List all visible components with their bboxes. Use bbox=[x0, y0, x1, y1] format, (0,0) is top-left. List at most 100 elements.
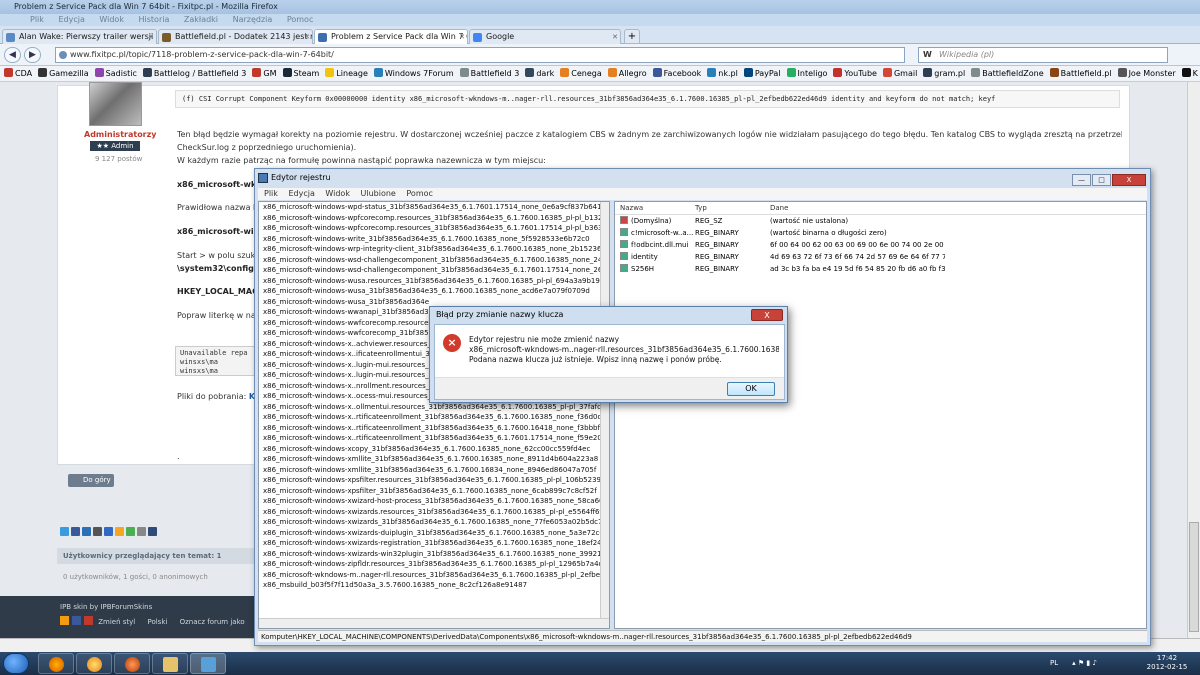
bookmark-item[interactable]: Allegro bbox=[607, 66, 647, 81]
facebook-icon[interactable] bbox=[71, 527, 80, 536]
bookmark-item[interactable]: Sadistic bbox=[94, 66, 137, 81]
tree-key-item[interactable]: x86_microsoft-windows-xmllite_31bf3856ad… bbox=[259, 465, 609, 476]
language-indicator[interactable]: PL bbox=[1050, 659, 1058, 667]
email-icon[interactable] bbox=[137, 527, 146, 536]
column-type[interactable]: Typ bbox=[695, 202, 707, 215]
facebook-icon[interactable] bbox=[72, 616, 81, 625]
tree-key-item[interactable]: x86_microsoft-windows-xpsfilter.resource… bbox=[259, 475, 609, 486]
tree-key-item[interactable]: x86_microsoft-windows-zipfldr.resources_… bbox=[259, 559, 609, 570]
rss-icon[interactable] bbox=[60, 616, 69, 625]
taskbar-firefox[interactable] bbox=[38, 653, 74, 674]
menu-zakladki[interactable]: Zakładki bbox=[184, 15, 218, 24]
author-name[interactable]: Administratorzy bbox=[84, 130, 157, 139]
stumble-icon[interactable] bbox=[115, 527, 124, 536]
tab-battlefield[interactable]: Battlefield.pl - Dodatek 2143 jest mozl.… bbox=[158, 29, 313, 44]
tree-key-item[interactable]: x86_microsoft-windows-xpsfilter_31bf3856… bbox=[259, 486, 609, 497]
change-style-link[interactable]: Zmień styl bbox=[98, 618, 135, 626]
tab-fixitpc[interactable]: Problem z Service Pack dla Win 7 64bi...… bbox=[314, 29, 468, 44]
menu-plik[interactable]: Plik bbox=[264, 189, 278, 198]
bookmark-item[interactable]: GM bbox=[252, 66, 277, 81]
bookmark-item[interactable]: Cenega bbox=[560, 66, 602, 81]
tree-key-item[interactable]: x86_microsoft-windows-wusa.resources_31b… bbox=[259, 276, 609, 287]
tab-close-icon[interactable]: ✕ bbox=[148, 30, 154, 44]
tab-alan-wake[interactable]: Alan Wake: Pierwszy trailer wersji PC [.… bbox=[2, 29, 157, 44]
tab-google[interactable]: Google ✕ bbox=[469, 29, 621, 44]
menu-pomoc[interactable]: Pomoc bbox=[406, 189, 433, 198]
menu-edycja[interactable]: Edycja bbox=[288, 189, 314, 198]
tree-key-item[interactable]: x86_microsoft-windows-wsd-challengecompo… bbox=[259, 265, 609, 276]
taskbar-app[interactable] bbox=[114, 653, 150, 674]
key-tree[interactable]: x86_microsoft-windows-wpd-status_31bf385… bbox=[258, 201, 610, 629]
google-plus-icon[interactable] bbox=[84, 616, 93, 625]
tree-key-item[interactable]: x86_msbuild_b03f5f7f11d50a3a_3.5.7600.16… bbox=[259, 580, 609, 591]
menu-widok[interactable]: Widok bbox=[99, 15, 124, 24]
new-tab-button[interactable]: + bbox=[624, 29, 640, 44]
bookmark-item[interactable]: CDA bbox=[4, 66, 32, 81]
bookmark-item[interactable]: Joe Monster bbox=[1117, 66, 1176, 81]
bookmark-item[interactable]: YouTube bbox=[833, 66, 877, 81]
tree-key-item[interactable]: x86_microsoft-windows-x..rtificateenroll… bbox=[259, 412, 609, 423]
menu-ulubione[interactable]: Ulubione bbox=[361, 189, 396, 198]
bookmark-item[interactable]: BattlefieldZone bbox=[971, 66, 1044, 81]
tree-key-item[interactable]: x86_microsoft-windows-wrp-integrity-clie… bbox=[259, 244, 609, 255]
tree-key-item[interactable]: x86_microsoft-windows-xwizards_31bf3856a… bbox=[259, 517, 609, 528]
language-link[interactable]: Polski bbox=[147, 618, 167, 626]
back-button[interactable]: ◀ bbox=[4, 47, 21, 63]
ok-button[interactable]: OK bbox=[727, 382, 775, 396]
tree-key-item[interactable]: x86_microsoft-windows-xwizards.resources… bbox=[259, 507, 609, 518]
value-row[interactable]: S256H REG_BINARY ad 3c b3 fa ba e4 19 5d f… bbox=[615, 263, 1146, 275]
close-button[interactable]: X bbox=[1112, 174, 1146, 186]
tree-key-item[interactable]: x86_microsoft-windows-write_31bf3856ad36… bbox=[259, 234, 609, 245]
bookmark-item[interactable]: Facebook bbox=[652, 66, 701, 81]
search-box[interactable]: W Wikipedia (pl) bbox=[918, 47, 1168, 63]
value-row[interactable]: (Domyślna) REG_SZ (wartość nie ustalona) bbox=[615, 215, 1146, 227]
forward-button[interactable]: ▶ bbox=[24, 47, 41, 63]
bookmark-item[interactable]: Gmail bbox=[882, 66, 917, 81]
tree-key-item[interactable]: x86_microsoft-windows-wpd-status_31bf385… bbox=[259, 202, 609, 213]
menu-plik[interactable]: Plik bbox=[30, 15, 44, 24]
tree-key-item[interactable]: x86_microsoft-windows-x..rtificateenroll… bbox=[259, 423, 609, 434]
column-name[interactable]: Nazwa bbox=[620, 202, 643, 215]
maximize-button[interactable]: □ bbox=[1092, 174, 1111, 186]
bookmark-item[interactable]: nk.pl bbox=[707, 66, 738, 81]
tree-vertical-scrollbar[interactable] bbox=[600, 202, 609, 620]
minimize-button[interactable]: — bbox=[1072, 174, 1091, 186]
tree-key-item[interactable]: x86_microsoft-windows-xwizard-host-proce… bbox=[259, 496, 609, 507]
bookmark-item[interactable]: Inteligo bbox=[786, 66, 827, 81]
tree-key-item[interactable]: x86_microsoft-windows-x..rtificateenroll… bbox=[259, 433, 609, 444]
scrollbar-thumb[interactable] bbox=[1189, 522, 1199, 632]
taskbar-app[interactable] bbox=[76, 653, 112, 674]
mark-forum-read-link[interactable]: Oznacz forum jako bbox=[180, 618, 245, 626]
bookmark-item[interactable]: PayPal bbox=[743, 66, 781, 81]
tree-key-item[interactable]: x86_microsoft-windows-xwizards-win32plug… bbox=[259, 549, 609, 560]
bookmark-item[interactable]: Battlefield.pl bbox=[1049, 66, 1112, 81]
tree-horizontal-scrollbar[interactable] bbox=[259, 618, 609, 628]
bookmark-item[interactable]: Steam bbox=[282, 66, 319, 81]
tree-key-item[interactable]: x86_microsoft-windows-wusa_31bf3856ad364… bbox=[259, 286, 609, 297]
tree-key-item[interactable]: x86_microsoft-windows-xcopy_31bf3856ad36… bbox=[259, 444, 609, 455]
clock[interactable]: 17:42 2012-02-15 bbox=[1142, 654, 1192, 672]
share-icon[interactable] bbox=[82, 527, 91, 536]
url-bar[interactable]: www.fixitpc.pl/topic/7118-problem-z-serv… bbox=[55, 47, 905, 63]
tree-key-item[interactable]: x86_microsoft-windows-xwizards-duiplugin… bbox=[259, 528, 609, 539]
menu-narzedzia[interactable]: Narzędzia bbox=[233, 15, 273, 24]
menu-pomoc[interactable]: Pomoc bbox=[287, 15, 314, 24]
value-row[interactable]: f!odbcint.dll.mui REG_BINARY 6f 00 64 00 6… bbox=[615, 239, 1146, 251]
tree-key-item[interactable]: x86_microsoft-windows-xwizards-registrat… bbox=[259, 538, 609, 549]
menu-edycja[interactable]: Edycja bbox=[58, 15, 84, 24]
bookmark-item[interactable]: Battlelog / Battlefield 3 bbox=[142, 66, 246, 81]
bookmark-item[interactable]: Gamezilla bbox=[38, 66, 89, 81]
delicious-icon[interactable] bbox=[104, 527, 113, 536]
value-row[interactable]: identity REG_BINARY 4d 69 63 72 6f 73 6f 6… bbox=[615, 251, 1146, 263]
tab-close-icon[interactable]: ✕ bbox=[612, 30, 618, 44]
bookmark-item[interactable]: Windows 7Forum bbox=[373, 66, 454, 81]
taskbar-explorer[interactable] bbox=[152, 653, 188, 674]
rss-icon[interactable] bbox=[126, 527, 135, 536]
digg-icon[interactable] bbox=[93, 527, 102, 536]
value-row[interactable]: c!microsoft-w..a... REG_BINARY (wartość bi… bbox=[615, 227, 1146, 239]
footer-skin-credit[interactable]: IPB skin by IPBForumSkins bbox=[60, 603, 152, 611]
bookmark-item[interactable]: Lineage bbox=[325, 66, 368, 81]
bookmark-item[interactable]: K bbox=[1181, 66, 1198, 81]
tree-key-item[interactable]: x86_microsoft-windows-wpfcorecomp.resour… bbox=[259, 213, 609, 224]
values-list[interactable]: Nazwa Typ Dane (Domyślna) REG_SZ (wartość … bbox=[614, 201, 1147, 629]
